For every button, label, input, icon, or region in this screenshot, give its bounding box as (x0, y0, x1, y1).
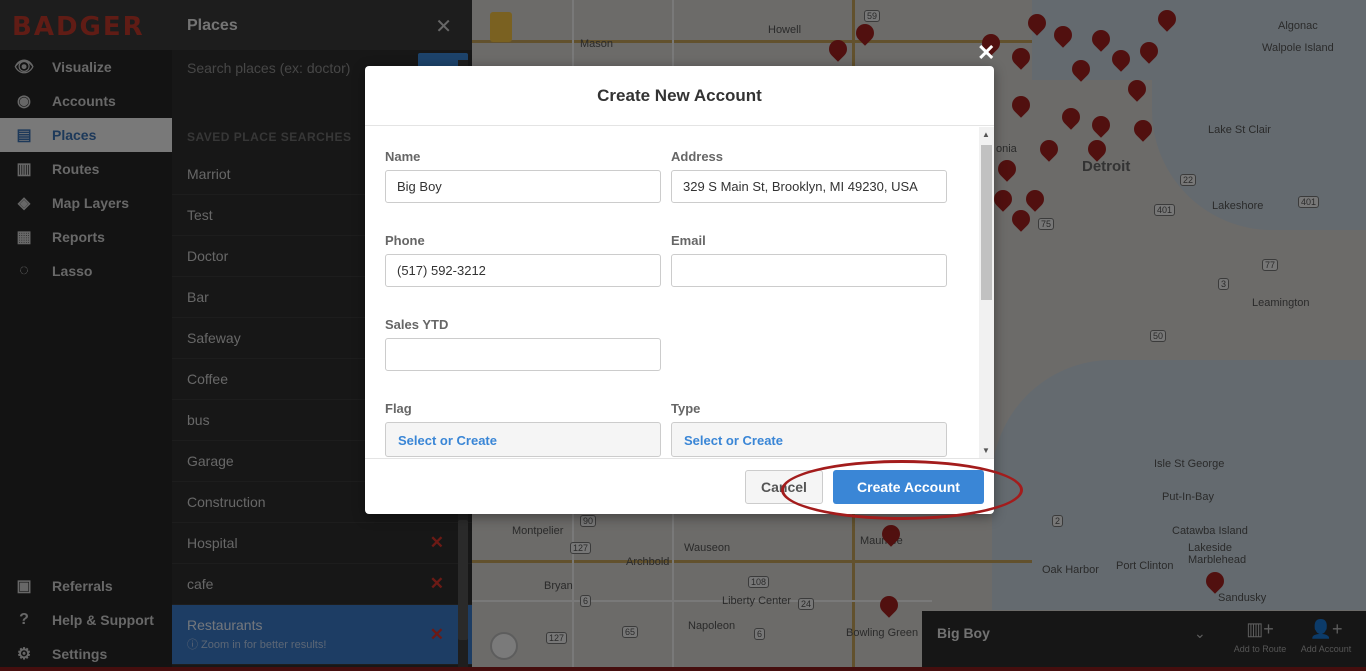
type-field: Type Select or Create (671, 401, 947, 457)
address-label: Address (671, 149, 724, 164)
flag-select[interactable]: Select or Create (385, 422, 661, 457)
name-input[interactable] (385, 170, 661, 203)
type-select[interactable]: Select or Create (671, 422, 947, 457)
scrollbar-thumb[interactable] (981, 145, 992, 300)
name-label: Name (385, 149, 421, 164)
scroll-up-icon[interactable]: ▲ (982, 130, 990, 139)
email-label: Email (671, 233, 706, 248)
modal-body: Name Address Phone Email Sales YTD Flag … (365, 127, 994, 458)
highlight-annotation (781, 460, 1023, 520)
modal-scrollbar[interactable]: ▲ ▼ (979, 127, 994, 458)
phone-label: Phone (385, 233, 425, 248)
close-icon[interactable]: ✕ (977, 40, 995, 66)
flag-label: Flag (385, 401, 412, 416)
modal-title: Create New Account (365, 66, 994, 126)
create-account-modal: Create New Account Name Address Phone Em… (365, 66, 994, 514)
sales-ytd-field: Sales YTD (385, 317, 661, 371)
flag-field: Flag Select or Create (385, 401, 661, 457)
email-input[interactable] (671, 254, 947, 287)
name-field: Name (385, 149, 661, 203)
sales-ytd-input[interactable] (385, 338, 661, 371)
phone-input[interactable] (385, 254, 661, 287)
phone-field: Phone (385, 233, 661, 287)
scroll-down-icon[interactable]: ▼ (982, 446, 990, 455)
address-field: Address (671, 149, 947, 203)
email-field: Email (671, 233, 947, 287)
sales-ytd-label: Sales YTD (385, 317, 449, 332)
address-input[interactable] (671, 170, 947, 203)
type-label: Type (671, 401, 701, 416)
